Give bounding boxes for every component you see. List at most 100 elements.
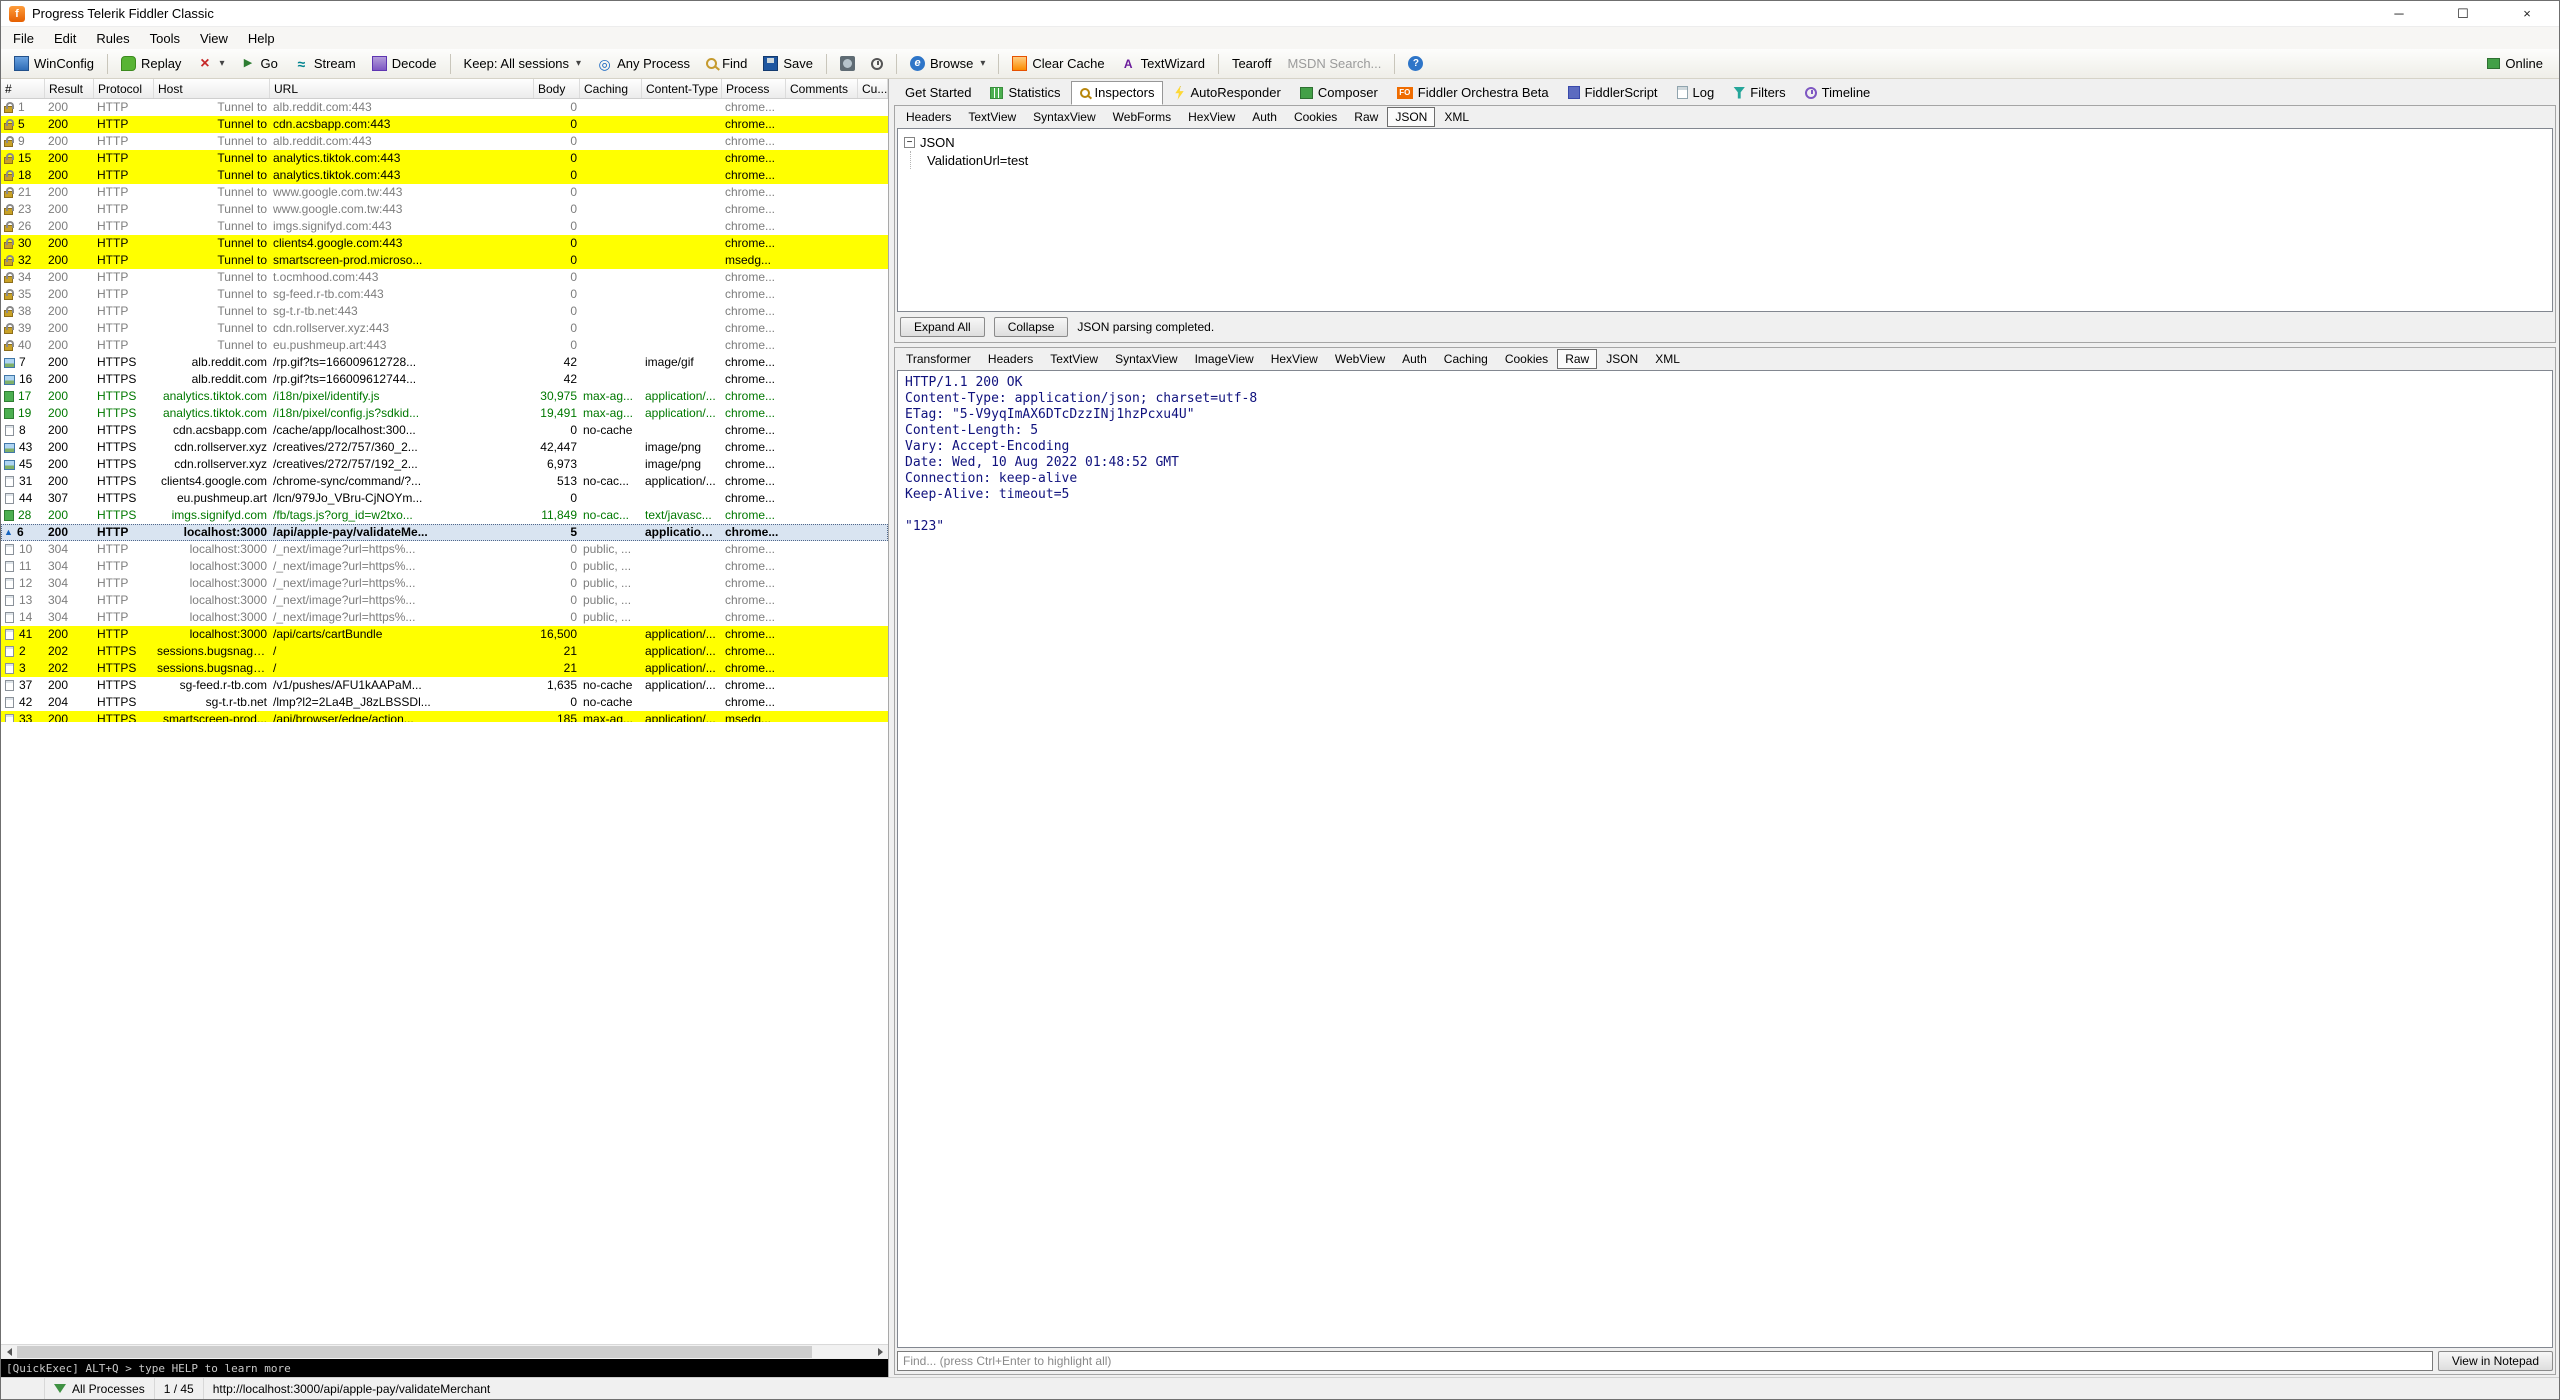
session-row[interactable]: 43 200 HTTPS cdn.rollserver.xyz /creativ… [1,439,888,456]
request-inspector-tab[interactable]: XML [1436,107,1477,127]
tab-filters[interactable]: Filters [1724,81,1794,105]
session-row[interactable]: 35 200 HTTP Tunnel to sg-feed.r-tb.com:4… [1,286,888,303]
session-row[interactable]: 6 200 HTTP localhost:3000 /api/apple-pay… [1,524,888,541]
response-inspector-tab[interactable]: TextView [1042,349,1106,369]
request-inspector-tab[interactable]: Raw [1346,107,1386,127]
find-button[interactable]: Find [699,54,754,73]
session-row[interactable]: 9 200 HTTP Tunnel to alb.reddit.com:443 … [1,133,888,150]
session-row[interactable]: 12 304 HTTP localhost:3000 /_next/image?… [1,575,888,592]
response-inspector-tab[interactable]: JSON [1598,349,1646,369]
menu-help[interactable]: Help [238,27,285,49]
response-inspector-tab[interactable]: SyntaxView [1107,349,1185,369]
menu-edit[interactable]: Edit [44,27,86,49]
tearoff-button[interactable]: Tearoff [1225,54,1279,73]
menu-file[interactable]: File [3,27,44,49]
column-header[interactable]: URL [270,79,534,98]
response-inspector-tab[interactable]: ImageView [1187,349,1262,369]
session-row[interactable]: 14 304 HTTP localhost:3000 /_next/image?… [1,609,888,626]
json-tree-view[interactable]: − JSON ValidationUrl=test [897,128,2553,312]
session-row[interactable]: 31 200 HTTPS clients4.google.com /chrome… [1,473,888,490]
session-row[interactable]: 8 200 HTTPS cdn.acsbapp.com /cache/app/l… [1,422,888,439]
session-row[interactable]: 2 202 HTTPS sessions.bugsnag.com / 21 ap… [1,643,888,660]
session-row[interactable]: 40 200 HTTP Tunnel to eu.pushmeup.art:44… [1,337,888,354]
request-inspector-tab[interactable]: SyntaxView [1025,107,1103,127]
scroll-thumb[interactable] [17,1346,812,1358]
online-status[interactable]: Online [2477,53,2553,74]
response-inspector-tab[interactable]: Headers [980,349,1041,369]
response-inspector-tab[interactable]: Raw [1557,349,1597,369]
json-tree-child-node[interactable]: ValidationUrl=test [910,151,2546,169]
tab-fiddlerscript[interactable]: FiddlerScript [1559,81,1667,105]
response-inspector-tab[interactable]: Caching [1436,349,1496,369]
session-row[interactable]: 30 200 HTTP Tunnel to clients4.google.co… [1,235,888,252]
maximize-button[interactable]: ☐ [2431,1,2495,26]
column-header[interactable]: Result [45,79,94,98]
menu-view[interactable]: View [190,27,238,49]
column-header[interactable]: Protocol [94,79,154,98]
help-button[interactable] [1401,53,1430,74]
session-row[interactable]: 39 200 HTTP Tunnel to cdn.rollserver.xyz… [1,320,888,337]
winconfig-button[interactable]: WinConfig [7,53,101,74]
go-button[interactable]: Go [233,53,284,74]
session-row[interactable]: 37 200 HTTPS sg-feed.r-tb.com /v1/pushes… [1,677,888,694]
column-header[interactable]: Process [722,79,786,98]
session-row[interactable]: 13 304 HTTP localhost:3000 /_next/image?… [1,592,888,609]
session-row[interactable]: 7 200 HTTPS alb.reddit.com /rp.gif?ts=16… [1,354,888,371]
session-row[interactable]: 23 200 HTTP Tunnel to www.google.com.tw:… [1,201,888,218]
collapse-button[interactable]: Collapse [994,317,1069,337]
session-row[interactable]: 33 200 HTTPS smartscreen-prod... /api/br… [1,711,888,722]
tab-inspectors[interactable]: Inspectors [1071,81,1164,105]
msdn-search-button[interactable]: MSDN Search... [1280,54,1388,73]
remove-sessions-button[interactable] [190,53,231,74]
json-tree-root-node[interactable]: − JSON [904,133,2546,151]
session-row[interactable]: 41 200 HTTP localhost:3000 /api/carts/ca… [1,626,888,643]
session-row[interactable]: 17 200 HTTPS analytics.tiktok.com /i18n/… [1,388,888,405]
column-header[interactable]: Host [154,79,270,98]
session-row[interactable]: 42 204 HTTPS sg-t.r-tb.net /lmp?l2=2La4B… [1,694,888,711]
tab-composer[interactable]: Composer [1291,81,1387,105]
column-header[interactable]: Caching [580,79,642,98]
session-row[interactable]: 1 200 HTTP Tunnel to alb.reddit.com:443 … [1,99,888,116]
tab-fiddler-orchestra[interactable]: Fiddler Orchestra Beta [1388,81,1558,105]
session-row[interactable]: 10 304 HTTP localhost:3000 /_next/image?… [1,541,888,558]
browse-button[interactable]: Browse [903,53,992,74]
response-inspector-tab[interactable]: Auth [1394,349,1435,369]
view-in-notepad-button[interactable]: View in Notepad [2438,1351,2553,1371]
request-inspector-tab[interactable]: WebForms [1105,107,1179,127]
column-header[interactable]: Body [534,79,580,98]
request-inspector-tab[interactable]: TextView [960,107,1024,127]
session-row[interactable]: 5 200 HTTP Tunnel to cdn.acsbapp.com:443… [1,116,888,133]
response-inspector-tab[interactable]: HexView [1263,349,1326,369]
request-inspector-tab[interactable]: Headers [898,107,959,127]
response-inspector-tab[interactable]: Transformer [898,349,979,369]
collapse-expander-icon[interactable]: − [904,137,915,148]
tab-timeline[interactable]: Timeline [1796,81,1880,105]
scroll-right-arrow[interactable] [872,1345,888,1359]
session-row[interactable]: 38 200 HTTP Tunnel to sg-t.r-tb.net:443 … [1,303,888,320]
session-row[interactable]: 15 200 HTTP Tunnel to analytics.tiktok.c… [1,150,888,167]
replay-button[interactable]: Replay [114,53,188,74]
session-row[interactable]: 44 307 HTTPS eu.pushmeup.art /lcn/979Jo_… [1,490,888,507]
decode-button[interactable]: Decode [365,53,444,74]
column-header[interactable]: # [1,79,45,98]
scroll-track[interactable] [17,1345,872,1359]
response-inspector-tab[interactable]: XML [1647,349,1688,369]
minimize-button[interactable]: ─ [2367,1,2431,26]
session-row[interactable]: 45 200 HTTPS cdn.rollserver.xyz /creativ… [1,456,888,473]
session-row[interactable]: 28 200 HTTPS imgs.signifyd.com /fb/tags.… [1,507,888,524]
request-inspector-tab[interactable]: Auth [1244,107,1285,127]
quickexec-box[interactable]: [QuickExec] ALT+Q > type HELP to learn m… [1,1359,888,1377]
session-row[interactable]: 34 200 HTTP Tunnel to t.ocmhood.com:443 … [1,269,888,286]
tab-log[interactable]: Log [1668,81,1724,105]
tab-autoresponder[interactable]: AutoResponder [1164,81,1289,105]
any-process-button[interactable]: Any Process [590,53,697,74]
session-row[interactable]: 19 200 HTTPS analytics.tiktok.com /i18n/… [1,405,888,422]
textwizard-button[interactable]: TextWizard [1114,53,1212,74]
timer-button[interactable] [864,55,890,73]
session-row[interactable]: 3 202 HTTPS sessions.bugsnag.com / 21 ap… [1,660,888,677]
session-row[interactable]: 32 200 HTTP Tunnel to smartscreen-prod.m… [1,252,888,269]
keep-sessions-dropdown[interactable]: Keep: All sessions [457,54,589,73]
tab-get-started[interactable]: Get Started [896,81,980,105]
session-row[interactable]: 16 200 HTTPS alb.reddit.com /rp.gif?ts=1… [1,371,888,388]
session-row[interactable]: 11 304 HTTP localhost:3000 /_next/image?… [1,558,888,575]
